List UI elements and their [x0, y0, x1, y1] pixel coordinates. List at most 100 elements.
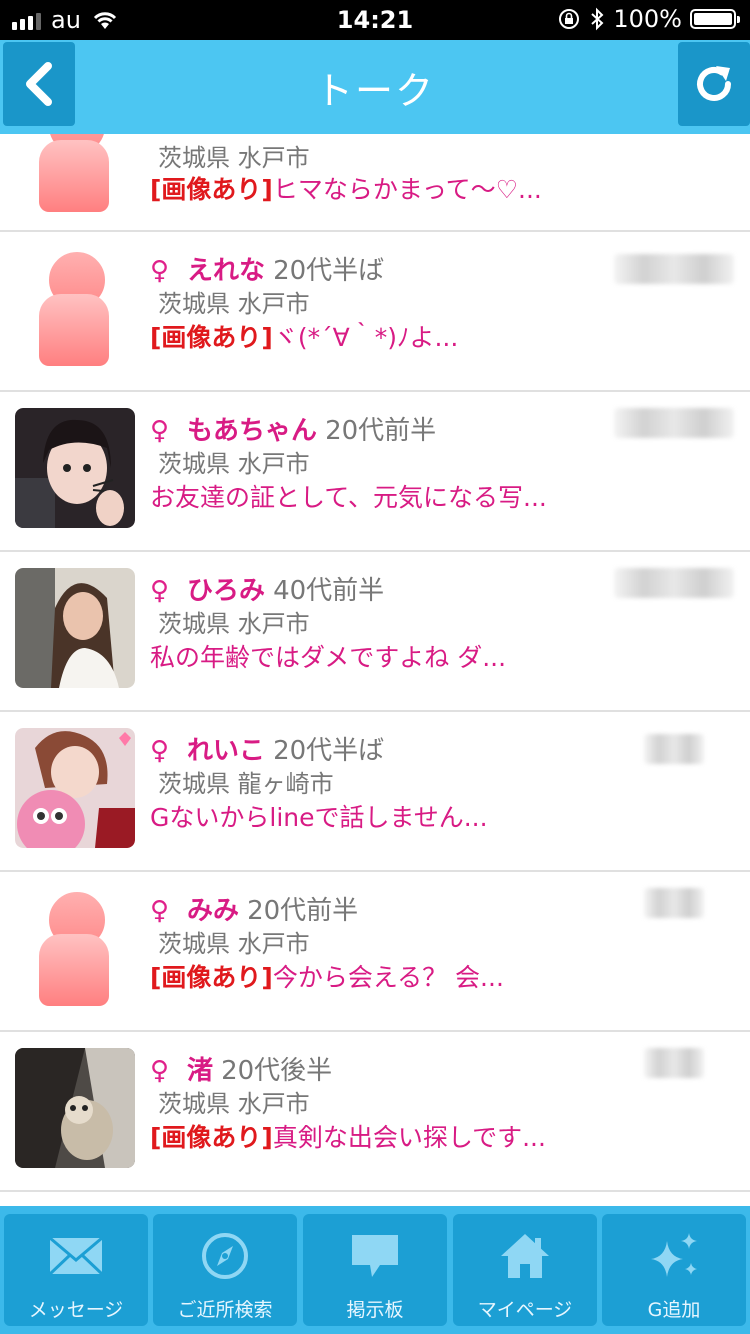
rotation-lock-icon: [559, 9, 580, 29]
female-icon: ♀: [150, 256, 170, 286]
message-text: お友達の証として、元気になる写...: [150, 483, 547, 512]
timestamp-blurred: [614, 408, 734, 438]
compass-icon: [202, 1233, 248, 1279]
user-name: もあちゃん: [187, 416, 318, 446]
battery-percent: 100%: [613, 5, 682, 33]
profile-photo: [15, 728, 135, 848]
list-item[interactable]: ♀ 渚 20代後半 茨城県 水戸市 [画像あり]真剣な出会い探しです...: [0, 1032, 750, 1192]
user-age: 20代前半: [325, 416, 437, 446]
user-line: ♀ みみ 20代前半: [150, 890, 358, 927]
female-icon: ♀: [150, 1056, 170, 1086]
talk-list: 茨城県 水戸市 [画像あり]ヒマならかまって〜♡... ♀ えれな 20代半ば 茨城…: [0, 134, 750, 1206]
user-name: 渚: [187, 1056, 214, 1086]
profile-photo: [15, 408, 135, 528]
user-line: ♀ もあちゃん 20代前半: [150, 410, 436, 447]
user-name: えれな: [187, 256, 266, 286]
user-location: 茨城県 水戸市: [158, 290, 310, 318]
female-icon: ♀: [150, 896, 170, 926]
list-item[interactable]: ♀ ひろみ 40代前半 茨城県 水戸市 私の年齢ではダメですよね ダ...: [0, 552, 750, 712]
message-text: Gないからlineで話しません...: [150, 803, 488, 832]
user-location: 茨城県 龍ヶ崎市: [158, 770, 334, 798]
bottom-tab-bar: メッセージ ご近所検索 掲示板 マイページ G追加: [0, 1206, 750, 1334]
tab-label: メッセージ: [28, 1299, 124, 1321]
message-text: ヾ(*´∀｀*)ﾉよ...: [272, 323, 459, 352]
sparkle-icon: [651, 1233, 697, 1277]
image-tag: [画像あり]: [150, 323, 273, 352]
battery-icon: [690, 9, 740, 29]
image-tag: [画像あり]: [150, 1123, 273, 1152]
app-header: トーク: [0, 40, 750, 134]
timestamp-blurred: [644, 888, 704, 918]
tab-add-points[interactable]: G追加: [602, 1214, 746, 1326]
message-text: 私の年齢ではダメですよね ダ...: [150, 643, 507, 672]
status-right: 100%: [557, 5, 740, 33]
list-item[interactable]: 茨城県 水戸市 [画像あり]ヒマならかまって〜♡...: [0, 134, 750, 232]
tab-nearby-search[interactable]: ご近所検索: [153, 1214, 297, 1326]
avatar: [15, 728, 135, 848]
envelope-icon: [48, 1236, 104, 1276]
user-name: ひろみ: [187, 576, 266, 606]
avatar: [15, 250, 135, 370]
image-tag: [画像あり]: [150, 175, 273, 204]
profile-photo: [15, 1048, 135, 1168]
avatar: [15, 408, 135, 528]
tab-label: 掲示板: [346, 1299, 404, 1321]
user-line: ♀ えれな 20代半ば: [150, 250, 384, 287]
message-preview: [画像あり]ヒマならかまって〜♡...: [150, 170, 542, 206]
user-line: ♀ 渚 20代後半: [150, 1050, 332, 1087]
message-text: 真剣な出会い探しです...: [272, 1123, 546, 1152]
user-age: 20代半ば: [273, 736, 385, 766]
tab-label: ご近所検索: [177, 1299, 273, 1321]
message-text: 今から会える？ 会...: [272, 963, 504, 992]
message-preview: Gないからlineで話しません...: [150, 798, 488, 834]
message-text: ヒマならかまって〜♡...: [272, 175, 542, 204]
user-location: 茨城県 水戸市: [158, 610, 310, 638]
timestamp-blurred: [644, 1048, 704, 1078]
message-preview: お友達の証として、元気になる写...: [150, 478, 547, 514]
list-item[interactable]: ♀ もあちゃん 20代前半 茨城県 水戸市 お友達の証として、元気になる写...: [0, 392, 750, 552]
timestamp-blurred: [644, 734, 704, 764]
avatar: [15, 134, 135, 216]
user-location: 茨城県 水戸市: [158, 144, 310, 172]
female-icon: ♀: [150, 576, 170, 606]
list-item[interactable]: ♀ みみ 20代前半 茨城県 水戸市 [画像あり]今から会える？ 会...: [0, 872, 750, 1032]
user-age: 20代半ば: [273, 256, 385, 286]
list-item[interactable]: ♀ れいこ 20代半ば 茨城県 龍ヶ崎市 Gないからlineで話しません...: [0, 712, 750, 872]
user-age: 40代前半: [273, 576, 385, 606]
female-icon: ♀: [150, 736, 170, 766]
message-preview: 私の年齢ではダメですよね ダ...: [150, 638, 506, 674]
page-title: トーク: [314, 69, 435, 113]
profile-photo: [15, 568, 135, 688]
list-item[interactable]: ♀ えれな 20代半ば 茨城県 水戸市 [画像あり]ヾ(*´∀｀*)ﾉよ...: [0, 232, 750, 392]
avatar: [15, 890, 135, 1010]
message-preview: [画像あり]今から会える？ 会...: [150, 958, 504, 994]
refresh-button[interactable]: [678, 42, 750, 126]
user-name: みみ: [187, 896, 240, 926]
home-icon: [501, 1234, 549, 1278]
bluetooth-icon: [591, 7, 604, 31]
message-preview: [画像あり]ヾ(*´∀｀*)ﾉよ...: [150, 318, 458, 354]
tab-label: マイページ: [477, 1299, 573, 1321]
message-preview: [画像あり]真剣な出会い探しです...: [150, 1118, 546, 1154]
tab-messages[interactable]: メッセージ: [4, 1214, 148, 1326]
tab-bulletin-board[interactable]: 掲示板: [303, 1214, 447, 1326]
speech-bubble-icon: [352, 1235, 398, 1277]
user-age: 20代後半: [221, 1056, 333, 1086]
user-line: ♀ れいこ 20代半ば: [150, 730, 384, 767]
refresh-icon: [697, 66, 731, 101]
tab-my-page[interactable]: マイページ: [453, 1214, 597, 1326]
user-location: 茨城県 水戸市: [158, 450, 310, 478]
female-icon: ♀: [150, 416, 170, 446]
status-bar: au 14:21 100%: [0, 0, 750, 40]
user-line: ♀ ひろみ 40代前半: [150, 570, 384, 607]
timestamp-blurred: [614, 568, 734, 598]
user-location: 茨城県 水戸市: [158, 930, 310, 958]
user-age: 20代前半: [247, 896, 359, 926]
image-tag: [画像あり]: [150, 963, 273, 992]
user-location: 茨城県 水戸市: [158, 1090, 310, 1118]
avatar: [15, 568, 135, 688]
user-name: れいこ: [187, 736, 266, 766]
tab-label: G追加: [647, 1299, 701, 1321]
avatar: [15, 1048, 135, 1168]
timestamp-blurred: [614, 254, 734, 284]
